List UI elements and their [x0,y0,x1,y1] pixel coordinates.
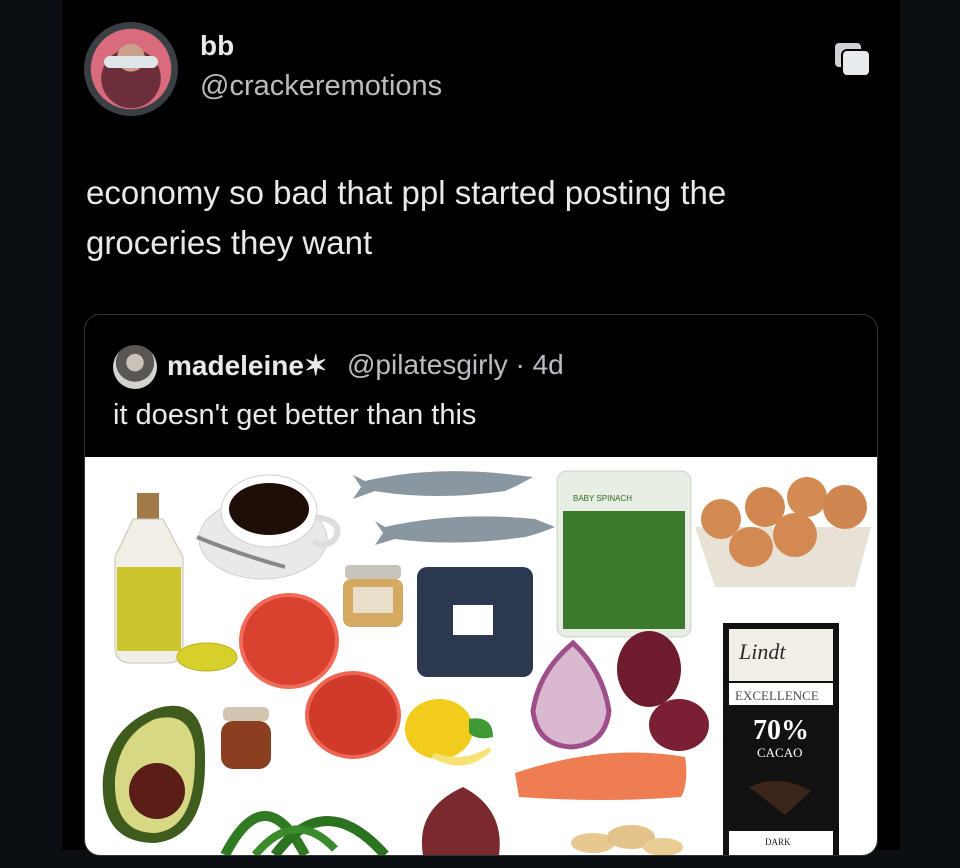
tweet-text: economy so bad that ppl started posting … [86,174,727,261]
tomato-slice [305,671,401,759]
copy-icon[interactable] [830,40,874,80]
olive-oil-bottle [114,493,184,664]
excellence-label: EXCELLENCE [735,688,819,703]
avocado [102,705,206,843]
honey-jar [343,565,403,627]
quoted-age: 4d [532,349,564,380]
lindt-brand: Lindt [738,639,786,664]
small-jar [221,707,271,769]
tomato-slice [239,593,339,689]
eggs-carton [695,477,871,587]
author-name[interactable]: bb [200,30,234,62]
dark-label: DARK [765,837,791,847]
sardines [353,471,555,545]
cashews [571,825,683,855]
salmon-fillet [515,752,687,800]
cacao-label: CACAO [757,745,803,760]
author-handle[interactable]: @crackeremotions [200,70,442,103]
spinach-bag: BABY SPINACH [556,470,692,638]
cacao-percent: 70% [753,715,809,746]
fig [421,787,500,855]
lemon [405,699,493,766]
quoted-tweet[interactable]: madeleine✶ @pilatesgirly · 4d it doesn't… [84,314,878,856]
avatar[interactable] [84,22,178,116]
groceries-image[interactable]: BABY SPINACH Lindt EXCELLENCE 70% CACAO … [85,457,877,855]
blueberries-punnet [417,567,533,677]
coffee-cup [196,474,341,580]
sunglasses [104,56,158,68]
arugula [220,811,389,855]
groceries-collage: BABY SPINACH Lindt EXCELLENCE 70% CACAO … [102,470,871,855]
pomegranate [649,699,709,751]
quoted-author-handle[interactable]: @pilatesgirly [347,349,508,380]
oil-bowl [176,642,238,672]
quoted-text: it doesn't get better than this [113,399,477,431]
meta-separator: · [515,349,525,380]
quoted-author-name[interactable]: madeleine✶ [167,349,327,382]
spinach-label: BABY SPINACH [573,494,632,503]
onion [530,639,612,750]
lindt-chocolate-bar: Lindt EXCELLENCE 70% CACAO DARK [723,623,839,855]
quoted-meta: @pilatesgirly · 4d [347,349,564,381]
pomegranate [617,631,681,707]
quoted-avatar[interactable] [113,345,157,389]
